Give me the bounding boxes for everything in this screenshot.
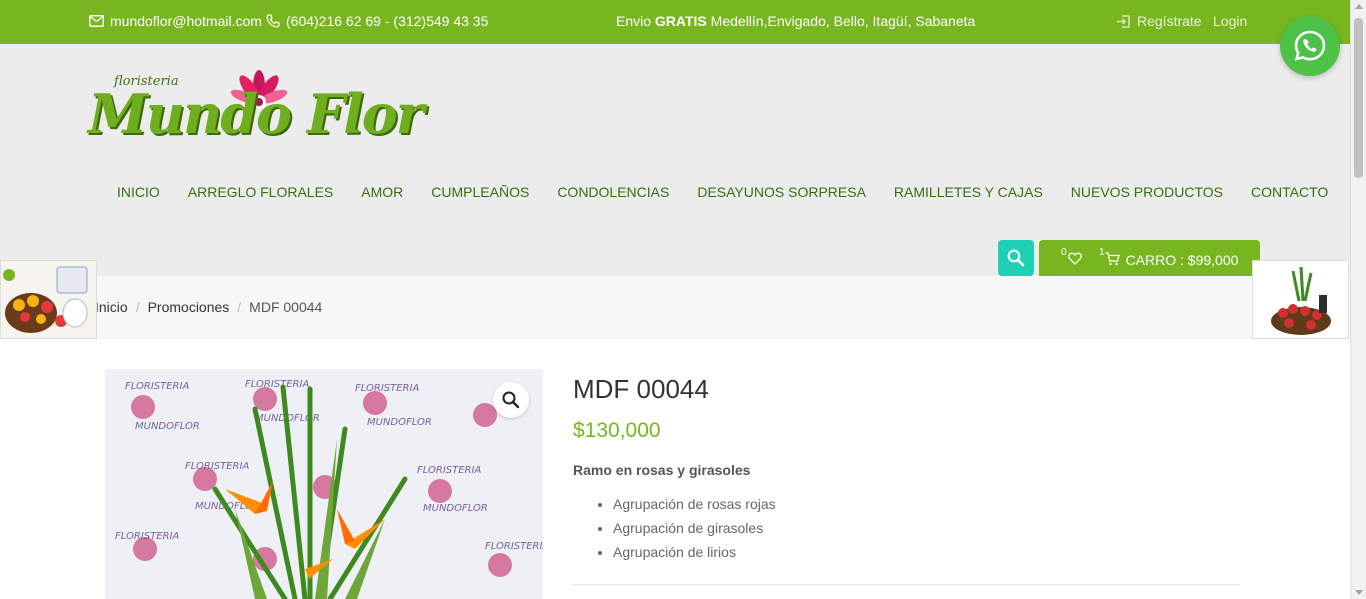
magnifier-icon bbox=[502, 391, 520, 409]
product-price: $130,000 bbox=[573, 419, 661, 442]
page: mundoflor@hotmail.com (604)216 62 69 - (… bbox=[0, 0, 1366, 599]
phone-icon bbox=[266, 14, 280, 28]
svg-text:FLORISTERIA: FLORISTERIA bbox=[417, 465, 481, 476]
whatsapp-icon bbox=[1294, 30, 1326, 61]
login-link[interactable]: Login bbox=[1213, 13, 1247, 29]
main-nav: INICIO ARREGLO FLORALES AMOR CUMPLEAÑOS … bbox=[117, 184, 1328, 200]
breadcrumb-separator: / bbox=[237, 299, 242, 315]
svg-text:FLORISTERIA: FLORISTERIA bbox=[245, 379, 309, 390]
zoom-button[interactable] bbox=[493, 382, 529, 418]
nav-item-desayunos-sorpresa[interactable]: DESAYUNOS SORPRESA bbox=[697, 184, 866, 200]
nav-item-arreglo-florales[interactable]: ARREGLO FLORALES bbox=[188, 184, 334, 200]
search-button[interactable] bbox=[998, 240, 1034, 276]
nav-item-inicio[interactable]: INICIO bbox=[117, 184, 160, 200]
svg-text:MUNDOFLOR: MUNDOFLOR bbox=[423, 503, 488, 514]
phone-link[interactable]: (604)216 62 69 - (312)549 43 35 bbox=[266, 13, 488, 29]
email-link[interactable]: mundoflor@hotmail.com bbox=[89, 13, 262, 29]
product-feature-list: Agrupación de rosas rojas Agrupación de … bbox=[597, 496, 776, 568]
top-bar: mundoflor@hotmail.com (604)216 62 69 - (… bbox=[0, 0, 1350, 44]
wishlist-count: 0 bbox=[1061, 247, 1067, 258]
svg-text:FLORISTERIA: FLORISTERIA bbox=[115, 531, 179, 542]
email-text: mundoflor@hotmail.com bbox=[110, 13, 262, 29]
search-icon bbox=[1007, 249, 1025, 267]
scrollbar-thumb[interactable] bbox=[1354, 18, 1363, 178]
header: floristeria Mundo Flor INICIO ARREGLO FL… bbox=[0, 44, 1350, 276]
shipping-promo: Envio GRATIS Medellín,Envigado, Bello, I… bbox=[616, 13, 975, 29]
phone-text: (604)216 62 69 - (312)549 43 35 bbox=[286, 13, 489, 29]
breadcrumb-current: MDF 00044 bbox=[249, 299, 323, 315]
cart-count: 1 bbox=[1099, 247, 1105, 258]
svg-text:MUNDOFLOR: MUNDOFLOR bbox=[135, 421, 200, 432]
flower-arrangement-image bbox=[1, 261, 96, 338]
nav-item-amor[interactable]: AMOR bbox=[361, 184, 403, 200]
breadcrumb-home[interactable]: Inicio bbox=[95, 299, 128, 315]
nav-item-ramilletes-y-cajas[interactable]: RAMILLETES Y CAJAS bbox=[894, 184, 1043, 200]
flower-arrangement-image bbox=[1253, 261, 1348, 338]
product-description: Ramo en rosas y girasoles bbox=[573, 462, 751, 478]
cart-icon bbox=[1105, 252, 1120, 266]
svg-text:MUNDOFLOR: MUNDOFLOR bbox=[367, 417, 432, 428]
nav-item-condolencias[interactable]: CONDOLENCIAS bbox=[557, 184, 669, 200]
divider bbox=[573, 584, 1240, 585]
heart-icon bbox=[1067, 252, 1082, 265]
cart-link[interactable]: 1 CARRO : $99,000 bbox=[1099, 247, 1239, 268]
list-item: Agrupación de lirios bbox=[613, 544, 776, 560]
cart-label: CARRO : $99,000 bbox=[1125, 252, 1239, 268]
nav-item-contacto[interactable]: CONTACTO bbox=[1251, 184, 1328, 200]
breadcrumb: Inicio / Promociones / MDF 00044 bbox=[95, 299, 322, 315]
breadcrumb-bar: Inicio / Promociones / MDF 00044 bbox=[0, 276, 1350, 339]
product-title: MDF 00044 bbox=[573, 374, 709, 404]
wishlist-link[interactable]: 0 bbox=[1061, 247, 1082, 265]
whatsapp-button[interactable] bbox=[1280, 16, 1340, 76]
nav-item-cumpleanos[interactable]: CUMPLEAÑOS bbox=[431, 184, 529, 200]
scroll-up-icon[interactable] bbox=[1355, 4, 1363, 9]
product-photo: FLORISTERIA FLORISTERIA FLORISTERIA MUNDOF… bbox=[105, 369, 543, 599]
list-item: Agrupación de girasoles bbox=[613, 520, 776, 536]
previous-product-thumbnail[interactable] bbox=[0, 260, 97, 339]
breadcrumb-separator: / bbox=[135, 299, 140, 315]
promo-bold: GRATIS bbox=[654, 13, 707, 29]
site-logo[interactable]: floristeria Mundo Flor bbox=[88, 68, 424, 158]
logo-big-text: Mundo Flor bbox=[88, 82, 424, 146]
register-text: Regístrate bbox=[1137, 13, 1202, 29]
page-scrollbar[interactable] bbox=[1350, 0, 1366, 599]
promo-prefix: Envio bbox=[616, 13, 655, 29]
product-image[interactable]: FLORISTERIA FLORISTERIA FLORISTERIA MUNDOF… bbox=[105, 369, 543, 599]
list-item: Agrupación de rosas rojas bbox=[613, 496, 776, 512]
svg-text:FLORISTERIA: FLORISTERIA bbox=[355, 383, 419, 394]
cart-button[interactable]: 0 1 CARRO : $99,000 bbox=[1039, 240, 1260, 276]
nav-item-nuevos-productos[interactable]: NUEVOS PRODUCTOS bbox=[1071, 184, 1223, 200]
envelope-icon bbox=[89, 15, 104, 27]
promo-suffix: Medellín,Envigado, Bello, Itagüí, Sabane… bbox=[706, 13, 976, 29]
scroll-down-icon[interactable] bbox=[1355, 590, 1363, 595]
svg-text:FLORISTERIA: FLORISTERIA bbox=[185, 461, 249, 472]
next-product-thumbnail[interactable] bbox=[1252, 260, 1349, 339]
breadcrumb-category[interactable]: Promociones bbox=[148, 299, 230, 315]
svg-text:FLORISTERIA: FLORISTERIA bbox=[125, 381, 189, 392]
register-link[interactable]: Regístrate bbox=[1116, 13, 1202, 29]
login-icon bbox=[1117, 14, 1130, 28]
svg-text:FLORISTERIA: FLORISTERIA bbox=[485, 541, 543, 552]
